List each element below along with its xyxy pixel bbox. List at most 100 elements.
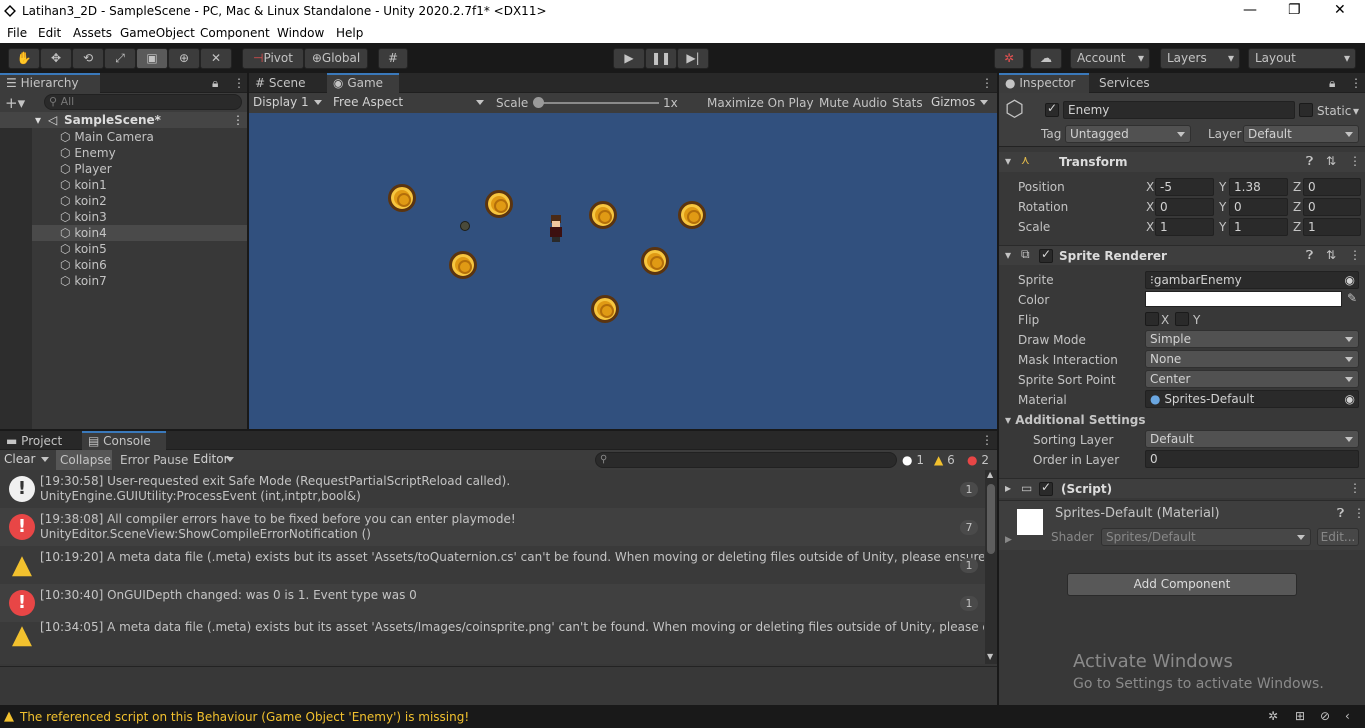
- more-menu-icon[interactable]: ⋮: [1349, 248, 1361, 262]
- hierarchy-search-input[interactable]: ⚲ All: [44, 94, 242, 110]
- log-filter-toggle[interactable]: ● 1: [902, 452, 924, 468]
- more-menu-icon[interactable]: ⋮: [233, 76, 245, 90]
- hierarchy-item[interactable]: ⬡ Main Camera: [60, 129, 154, 145]
- add-component-button[interactable]: Add Component: [1067, 573, 1297, 596]
- script-header[interactable]: ▸ ▭ (Script) ⋮: [999, 478, 1365, 498]
- add-icon[interactable]: +▾: [5, 94, 25, 112]
- global-toggle[interactable]: ⊕Global: [304, 48, 368, 69]
- hierarchy-item-selected[interactable]: ⬡ koin4: [32, 225, 247, 241]
- maximize-button[interactable]: ❐: [1288, 2, 1301, 18]
- collapse-toggle[interactable]: Collapse: [56, 450, 112, 470]
- more-menu-icon[interactable]: ⋮: [1353, 506, 1365, 520]
- pivot-toggle[interactable]: ⊣Pivot: [242, 48, 304, 69]
- scroll-up-icon[interactable]: ▲: [987, 470, 993, 479]
- minimize-button[interactable]: —: [1243, 2, 1257, 18]
- color-field[interactable]: [1145, 291, 1342, 307]
- help-icon[interactable]: ❓︎: [1337, 506, 1344, 521]
- position-x-field[interactable]: -5: [1155, 178, 1214, 196]
- tab-hierarchy[interactable]: ☰ Hierarchy: [0, 73, 100, 93]
- hierarchy-item[interactable]: ⬡ Enemy: [60, 145, 116, 161]
- help-icon[interactable]: ❓︎: [1306, 248, 1313, 263]
- rotation-y-field[interactable]: 0: [1229, 198, 1288, 216]
- hierarchy-item[interactable]: ⬡ koin3: [60, 209, 107, 225]
- step-button[interactable]: ▶|: [677, 48, 709, 69]
- menu-file[interactable]: File: [7, 26, 27, 40]
- tab-scene[interactable]: # Scene: [249, 73, 325, 93]
- console-entry[interactable]: ! [19:38:08] All compiler errors have to…: [0, 508, 985, 546]
- active-checkbox[interactable]: [1045, 101, 1059, 117]
- chevron-down-icon[interactable]: ▾: [1353, 104, 1359, 118]
- grid-snap-icon[interactable]: #: [378, 48, 408, 69]
- more-menu-icon[interactable]: ⋮: [232, 112, 244, 128]
- scale-z-field[interactable]: 1: [1303, 218, 1361, 236]
- move-tool-icon[interactable]: ✥: [40, 48, 72, 69]
- material-field[interactable]: ● Sprites-Default ◉: [1145, 390, 1359, 408]
- foldout-arrow-icon[interactable]: ▾: [1005, 154, 1011, 168]
- console-entry[interactable]: ! [10:30:40] OnGUIDepth changed: was 0 i…: [0, 584, 985, 622]
- scale-tool-icon[interactable]: ⤢: [104, 48, 136, 69]
- hierarchy-item[interactable]: ⬡ Player: [60, 161, 112, 177]
- maximize-on-play-button[interactable]: Maximize On Play: [707, 96, 814, 110]
- account-dropdown[interactable]: Account ▾: [1070, 48, 1150, 69]
- tab-game[interactable]: ◉ Game: [327, 73, 399, 93]
- custom-tool-icon[interactable]: ✕: [200, 48, 232, 69]
- error-pause-toggle[interactable]: Error Pause: [120, 453, 188, 467]
- foldout-arrow-icon[interactable]: ▸: [1005, 481, 1011, 495]
- rotate-tool-icon[interactable]: ⟲: [72, 48, 104, 69]
- foldout-arrow-icon[interactable]: ▶: [1005, 535, 1012, 545]
- collab-icon[interactable]: ✲: [994, 48, 1024, 69]
- tag-dropdown[interactable]: Untagged: [1065, 125, 1191, 143]
- error-filter-toggle[interactable]: ● 2: [967, 452, 989, 468]
- tab-console[interactable]: ▤ Console: [82, 431, 166, 451]
- edit-shader-button[interactable]: Edit...: [1317, 528, 1359, 546]
- hand-tool-icon[interactable]: ✋: [8, 48, 40, 69]
- sprite-field[interactable]: ⁝gambarEnemy ◉: [1145, 271, 1359, 289]
- order-in-layer-field[interactable]: 0: [1145, 450, 1359, 468]
- more-menu-icon[interactable]: ⋮: [1350, 76, 1362, 90]
- scrollbar-thumb[interactable]: [987, 484, 995, 554]
- scene-row[interactable]: ▾ ◁ SampleScene* ⋮: [0, 112, 247, 128]
- console-entry[interactable]: ▲ [10:34:05] A meta data file (.meta) ex…: [0, 620, 985, 660]
- scale-slider-handle[interactable]: [533, 97, 544, 108]
- pause-button[interactable]: ❚❚: [645, 48, 677, 69]
- mute-audio-button[interactable]: Mute Audio: [819, 96, 887, 110]
- console-entry[interactable]: ▲ [10:19:20] A meta data file (.meta) ex…: [0, 546, 985, 584]
- transform-tool-icon[interactable]: ⊕: [168, 48, 200, 69]
- menu-gameobject[interactable]: GameObject: [120, 26, 195, 40]
- layer-dropdown[interactable]: Default: [1243, 125, 1359, 143]
- progress-icon[interactable]: ⊘: [1320, 709, 1330, 723]
- collapse-status-icon[interactable]: ‹: [1345, 709, 1350, 723]
- more-menu-icon[interactable]: ⋮: [1349, 481, 1361, 495]
- preset-icon[interactable]: ⇅: [1326, 154, 1336, 168]
- lock-icon[interactable]: 🔒︎: [212, 76, 218, 91]
- additional-settings-foldout[interactable]: ▾ Additional Settings: [1005, 413, 1145, 427]
- rotation-x-field[interactable]: 0: [1155, 198, 1214, 216]
- close-button[interactable]: ✕: [1334, 2, 1346, 18]
- script-enabled-checkbox[interactable]: [1039, 480, 1053, 496]
- preset-icon[interactable]: ⇅: [1326, 248, 1336, 262]
- help-icon[interactable]: ❓︎: [1306, 154, 1313, 169]
- editor-dropdown[interactable]: Editor: [189, 451, 239, 469]
- scale-slider[interactable]: [534, 102, 659, 104]
- draw-mode-dropdown[interactable]: Simple: [1145, 330, 1359, 348]
- expand-arrow-icon[interactable]: ▾: [35, 112, 41, 128]
- stats-button[interactable]: Stats: [892, 96, 923, 110]
- cloud-icon[interactable]: ☁: [1030, 48, 1062, 69]
- tab-inspector[interactable]: ● Inspector: [999, 73, 1089, 93]
- rotation-z-field[interactable]: 0: [1303, 198, 1361, 216]
- eyedropper-icon[interactable]: ✎: [1347, 291, 1357, 305]
- play-button[interactable]: ▶: [613, 48, 645, 69]
- more-menu-icon[interactable]: ⋮: [981, 76, 993, 90]
- position-y-field[interactable]: 1.38: [1229, 178, 1288, 196]
- gizmos-dropdown[interactable]: Gizmos: [927, 94, 993, 112]
- tab-services[interactable]: Services: [1093, 73, 1163, 93]
- console-entry[interactable]: ! [19:30:58] User-requested exit Safe Mo…: [0, 470, 985, 508]
- hierarchy-item[interactable]: ⬡ koin1: [60, 177, 107, 193]
- bug-icon[interactable]: ✲: [1268, 709, 1278, 723]
- mask-interaction-dropdown[interactable]: None: [1145, 350, 1359, 368]
- network-icon[interactable]: ⊞: [1295, 709, 1305, 723]
- layout-dropdown[interactable]: Layout ▾: [1248, 48, 1356, 69]
- tab-project[interactable]: ▬ Project: [0, 431, 76, 451]
- hierarchy-item[interactable]: ⬡ koin6: [60, 257, 107, 273]
- object-picker-icon[interactable]: ◉: [1345, 391, 1355, 407]
